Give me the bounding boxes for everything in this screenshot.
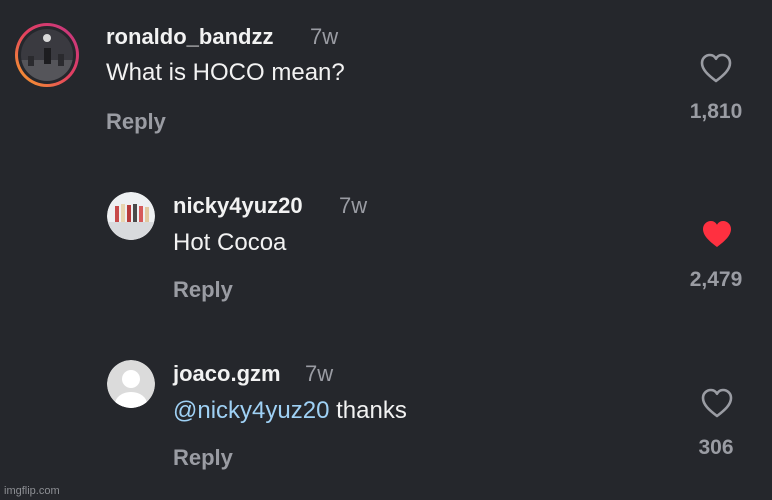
avatar[interactable]: [107, 360, 155, 408]
comment-username[interactable]: ronaldo_bandzz: [106, 24, 273, 50]
like-count: 306: [698, 436, 734, 459]
comment-ronaldo: ronaldo_bandzz 7w What is HOCO mean? Rep…: [0, 0, 772, 160]
avatar[interactable]: [14, 22, 80, 88]
comment-nicky: nicky4yuz20 7w Hot Cocoa Reply 2,479: [0, 160, 772, 330]
comment-text: What is HOCO mean?: [106, 59, 345, 86]
reply-button[interactable]: Reply: [173, 445, 233, 471]
like-button[interactable]: [700, 387, 734, 419]
watermark: imgflip.com: [4, 485, 60, 497]
like-button[interactable]: [699, 52, 733, 84]
heart-filled-icon: [703, 221, 731, 247]
reply-button[interactable]: Reply: [173, 277, 233, 303]
avatar[interactable]: [107, 192, 155, 240]
comment-joaco: joaco.gzm 7w @nicky4yuz20 thanks Reply 3…: [0, 330, 772, 500]
comment-age: 7w: [305, 361, 334, 386]
comment-age: 7w: [339, 193, 368, 218]
group-photo-avatar-icon: [107, 192, 155, 240]
like-count: 1,810: [689, 100, 743, 123]
comment-age: 7w: [310, 24, 339, 49]
comment-text-body: thanks: [329, 397, 407, 424]
story-ring-avatar-icon: [15, 23, 79, 87]
comment-text: @nicky4yuz20 thanks: [173, 397, 407, 425]
comment-username[interactable]: joaco.gzm: [173, 361, 281, 387]
comment-text: Hot Cocoa: [173, 229, 287, 256]
user-mention-link[interactable]: @nicky4yuz20: [173, 397, 329, 424]
default-user-avatar-icon: [107, 360, 155, 408]
comment-username[interactable]: nicky4yuz20: [173, 193, 303, 219]
reply-button[interactable]: Reply: [106, 109, 166, 135]
heart-outline-icon: [700, 53, 732, 83]
like-count: 2,479: [689, 268, 743, 291]
heart-outline-icon: [701, 388, 733, 418]
like-button[interactable]: [700, 218, 734, 250]
